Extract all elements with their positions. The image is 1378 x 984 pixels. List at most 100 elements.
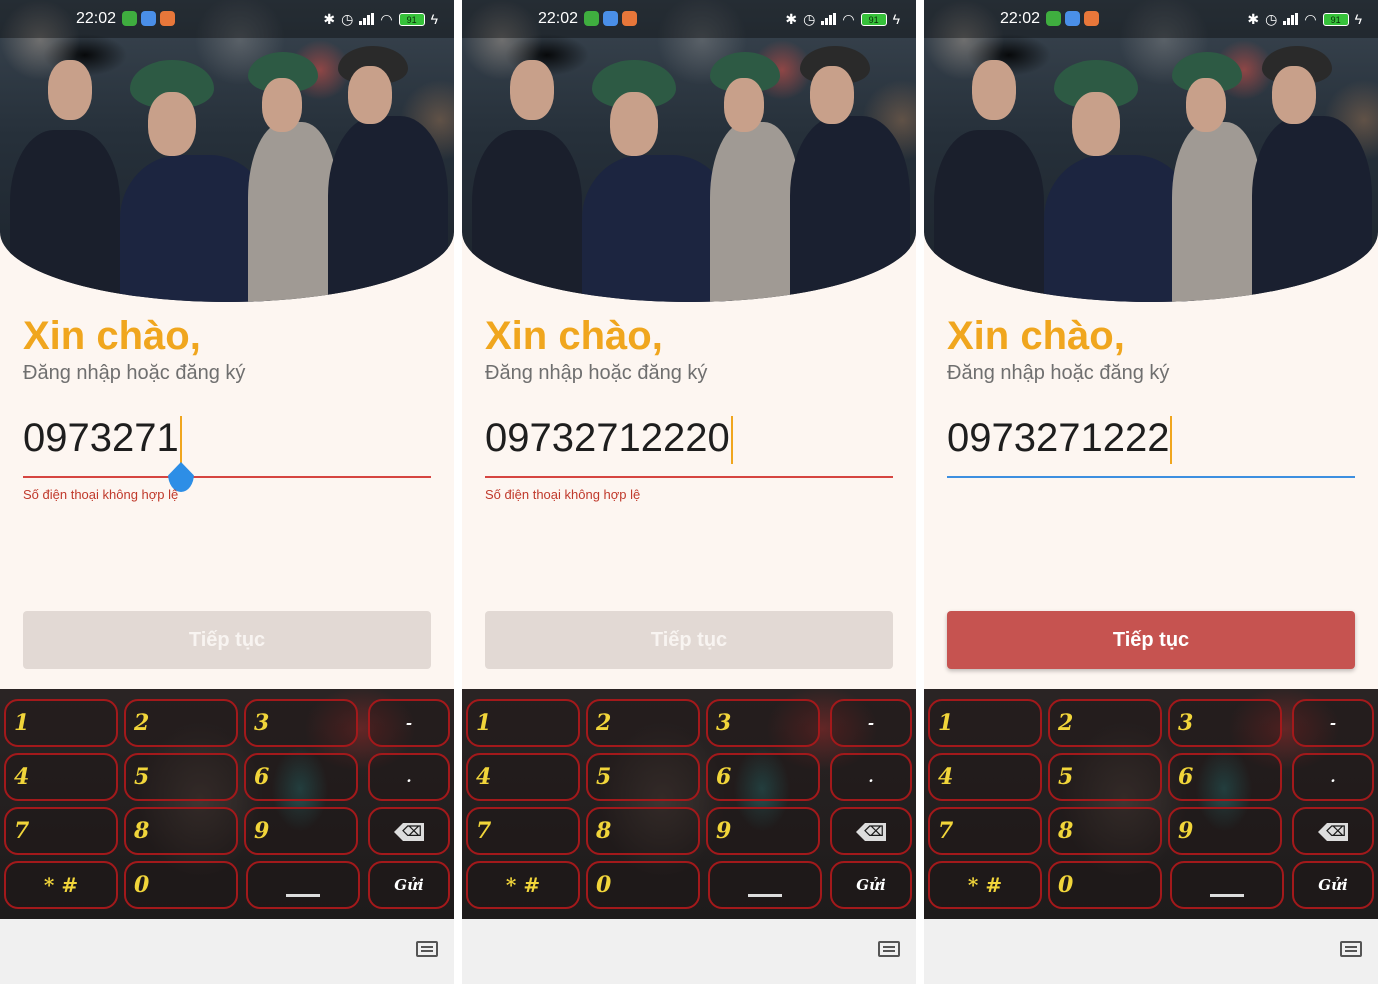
input-underline [23,476,431,478]
key-star-hash[interactable]: * # [928,861,1042,909]
key-6[interactable]: 6 [706,753,820,801]
greeting-title: Xin chào, [23,314,201,358]
key-0[interactable]: 0 [586,861,700,909]
phone-input[interactable]: 0973271222 [947,412,1355,478]
keyboard-icon[interactable] [878,941,900,957]
numeric-keyboard: 1 2 3 - 4 5 6 . 7 8 9 ⌫ * # 0 Gửi [0,689,454,919]
error-message: Số điện thoại không hợp lệ [23,487,179,502]
key-dot[interactable]: . [1292,753,1374,801]
key-9[interactable]: 9 [706,807,820,855]
backspace-key[interactable]: ⌫ [1292,807,1374,855]
key-8[interactable]: 8 [586,807,700,855]
hero-photo [462,0,916,302]
signal-icon [821,13,837,25]
key-3[interactable]: 3 [1168,699,1282,747]
key-6[interactable]: 6 [1168,753,1282,801]
key-dash[interactable]: - [368,699,450,747]
status-bar: 22:02 ✱ ◷ ◠ 91 ϟ [0,0,454,38]
bluetooth-icon: ✱ [1247,11,1260,27]
key-9[interactable]: 9 [1168,807,1282,855]
send-key[interactable]: Gửi [368,861,450,909]
key-dash[interactable]: - [830,699,912,747]
key-3[interactable]: 3 [244,699,358,747]
backspace-key[interactable]: ⌫ [368,807,450,855]
key-dot[interactable]: . [830,753,912,801]
status-time: 22:02 [1000,10,1041,27]
status-bar: 22:02 ✱ ◷ ◠ 91 ϟ [924,0,1378,38]
app-notification-icon [584,11,599,26]
input-underline [485,476,893,478]
key-9[interactable]: 9 [244,807,358,855]
login-screen-2: 22:02 ✱ ◷ ◠ 91 ϟ Xin chào, Đăng nhập hoặ… [462,0,916,984]
keyboard-icon[interactable] [1340,941,1362,957]
login-screen-3: 22:02 ✱ ◷ ◠ 91 ϟ Xin chào, Đăng nhập hoặ… [924,0,1378,984]
subtitle: Đăng nhập hoặc đăng ký [485,362,708,384]
key-3[interactable]: 3 [706,699,820,747]
key-1[interactable]: 1 [928,699,1042,747]
backspace-key[interactable]: ⌫ [830,807,912,855]
continue-button[interactable]: Tiếp tục [485,611,893,669]
charging-icon: ϟ [1354,11,1362,27]
key-4[interactable]: 4 [466,753,580,801]
signal-icon [359,13,375,25]
status-bar: 22:02 ✱ ◷ ◠ 91 ϟ [462,0,916,38]
text-caret [1170,416,1173,465]
hero-photo [924,0,1378,302]
hero-photo [0,0,454,302]
key-7[interactable]: 7 [928,807,1042,855]
key-5[interactable]: 5 [124,753,238,801]
key-2[interactable]: 2 [1048,699,1162,747]
keyboard-icon[interactable] [416,941,438,957]
key-2[interactable]: 2 [586,699,700,747]
charging-icon: ϟ [892,11,900,27]
key-star-hash[interactable]: * # [466,861,580,909]
space-bar-icon [286,894,320,897]
key-0[interactable]: 0 [1048,861,1162,909]
key-7[interactable]: 7 [466,807,580,855]
key-4[interactable]: 4 [928,753,1042,801]
text-caret [730,416,733,465]
screenshot-triptych: 22:02 ✱ ◷ ◠ 91 ϟ Xin chào, Đăng nhập hoặ… [0,0,1378,984]
send-key[interactable]: Gửi [830,861,912,909]
wifi-icon: ◠ [842,11,855,27]
error-message: Số điện thoại không hợp lệ [485,487,641,502]
key-7[interactable]: 7 [4,807,118,855]
phone-input[interactable]: 0973271 [23,412,431,478]
signal-icon [1283,13,1299,25]
greeting-title: Xin chào, [947,314,1125,358]
space-key[interactable] [708,861,822,909]
battery-icon: 91 [860,12,887,26]
phone-value: 09732712220 [485,416,730,460]
key-0[interactable]: 0 [124,861,238,909]
input-underline [947,476,1355,478]
app-notification-icon [1084,11,1099,26]
key-dot[interactable]: . [368,753,450,801]
phone-value: 0973271222 [947,416,1170,460]
key-4[interactable]: 4 [4,753,118,801]
key-dash[interactable]: - [1292,699,1374,747]
key-1[interactable]: 1 [4,699,118,747]
battery-icon: 91 [1322,12,1349,26]
subtitle: Đăng nhập hoặc đăng ký [23,362,246,384]
key-5[interactable]: 5 [1048,753,1162,801]
key-1[interactable]: 1 [466,699,580,747]
key-star-hash[interactable]: * # [4,861,118,909]
key-5[interactable]: 5 [586,753,700,801]
key-8[interactable]: 8 [124,807,238,855]
backspace-icon: ⌫ [394,823,424,841]
space-key[interactable] [246,861,360,909]
phone-input[interactable]: 09732712220 [485,412,893,478]
bluetooth-icon: ✱ [785,11,798,27]
login-screen-1: 22:02 ✱ ◷ ◠ 91 ϟ Xin chào, Đăng nhập hoặ… [0,0,454,984]
key-8[interactable]: 8 [1048,807,1162,855]
space-key[interactable] [1170,861,1284,909]
notification-icons [584,11,637,26]
notification-icons [1046,11,1099,26]
key-2[interactable]: 2 [124,699,238,747]
send-key[interactable]: Gửi [1292,861,1374,909]
numeric-keyboard: 1 2 3 - 4 5 6 . 7 8 9 ⌫ * # 0 Gửi [924,689,1378,919]
continue-button[interactable]: Tiếp tục [23,611,431,669]
continue-button[interactable]: Tiếp tục [947,611,1355,669]
alarm-icon: ◷ [803,11,816,27]
key-6[interactable]: 6 [244,753,358,801]
